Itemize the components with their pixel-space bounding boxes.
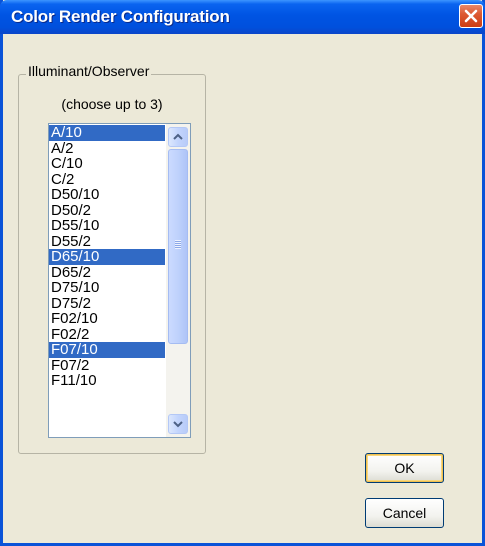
- ok-button[interactable]: OK: [365, 453, 444, 483]
- cancel-button[interactable]: Cancel: [365, 498, 444, 528]
- list-item[interactable]: C/10: [49, 156, 165, 172]
- list-item[interactable]: D50/2: [49, 202, 165, 219]
- illuminant-listbox[interactable]: A/10 A/2 C/10 C/2 D50/10 D50/2 D55/10 D55/2 D65/…: [48, 123, 191, 438]
- list-item[interactable]: D75/2: [49, 295, 165, 312]
- close-button[interactable]: [459, 4, 483, 28]
- list-item[interactable]: F02/10: [49, 311, 165, 327]
- chevron-up-icon: [173, 133, 183, 140]
- choose-hint: (choose up to 3): [61, 96, 163, 112]
- list-item[interactable]: A/10: [49, 125, 165, 141]
- list-item[interactable]: F11/10: [49, 373, 165, 389]
- list-item[interactable]: F02/2: [49, 326, 165, 343]
- vertical-scrollbar[interactable]: [166, 124, 190, 437]
- thumb-grip: [175, 240, 181, 249]
- groupbox-label: Illuminant/Observer: [26, 63, 152, 79]
- list-item[interactable]: D50/10: [49, 187, 165, 203]
- list-item[interactable]: D75/10: [49, 280, 165, 296]
- list-item[interactable]: D55/10: [49, 218, 165, 234]
- scroll-up-button[interactable]: [168, 127, 188, 147]
- window-title: Color Render Configuration: [11, 7, 230, 26]
- list-item[interactable]: D55/2: [49, 233, 165, 250]
- list-item[interactable]: A/2: [49, 140, 165, 157]
- scroll-down-button[interactable]: [168, 414, 188, 434]
- close-icon: [464, 9, 478, 23]
- list-item[interactable]: D65/10: [49, 249, 165, 265]
- scroll-thumb[interactable]: [168, 149, 188, 344]
- title-bar[interactable]: Color Render Configuration: [0, 0, 485, 34]
- chevron-down-icon: [173, 421, 183, 428]
- list-items: A/10 A/2 C/10 C/2 D50/10 D50/2 D55/10 D55/2 D65/…: [49, 125, 165, 389]
- list-item[interactable]: F07/2: [49, 357, 165, 374]
- list-item[interactable]: C/2: [49, 171, 165, 188]
- list-item[interactable]: F07/10: [49, 342, 165, 358]
- list-item[interactable]: D65/2: [49, 264, 165, 281]
